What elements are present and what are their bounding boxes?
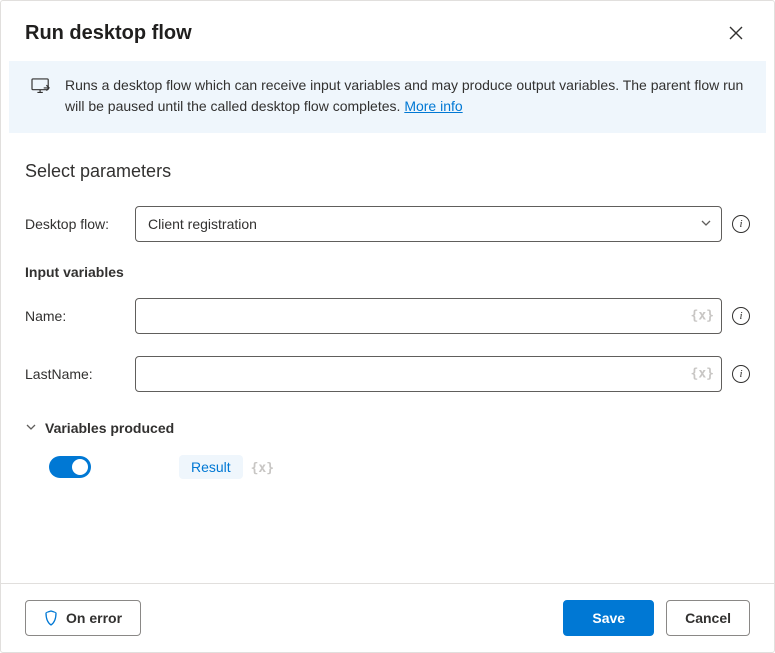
lastname-input[interactable] [135,356,722,392]
result-toggle[interactable] [49,456,91,478]
shield-icon [44,610,58,626]
variables-produced-title: Variables produced [45,420,174,436]
lastname-label: LastName: [25,366,125,382]
info-icon[interactable]: i [732,307,750,325]
name-input[interactable] [135,298,722,334]
desktop-flow-select[interactable]: Client registration [135,206,722,242]
field-desktop-flow: Desktop flow: Client registration i [25,206,750,242]
variables-produced-item: Result {x} [25,456,750,478]
input-variables-title: Input variables [25,264,750,280]
cancel-button[interactable]: Cancel [666,600,750,636]
info-banner-text: Runs a desktop flow which can receive in… [65,75,744,117]
desktop-flow-icon [31,78,51,117]
info-icon[interactable]: i [732,215,750,233]
field-name: Name: {x} i [25,298,750,334]
close-icon [729,26,743,40]
desktop-flow-label: Desktop flow: [25,216,125,232]
result-variable-chip[interactable]: Result [179,455,243,479]
on-error-label: On error [66,610,122,626]
field-lastname: LastName: {x} i [25,356,750,392]
result-chip-group: Result {x} [179,459,274,476]
desktop-flow-selected-value: Client registration [148,216,257,232]
on-error-button[interactable]: On error [25,600,141,636]
more-info-link[interactable]: More info [404,98,462,114]
dialog-header: Run desktop flow [1,1,774,61]
section-title-select-parameters: Select parameters [25,161,750,182]
variable-token-icon: {x} [251,461,274,476]
save-button[interactable]: Save [563,600,654,636]
dialog-title: Run desktop flow [25,22,192,45]
chevron-down-icon [25,420,37,436]
name-input-wrap: {x} [135,298,722,334]
dialog-run-desktop-flow: Run desktop flow Runs a desktop flow whi… [0,0,775,653]
name-label: Name: [25,308,125,324]
info-icon[interactable]: i [732,365,750,383]
dialog-content: Select parameters Desktop flow: Client r… [1,133,774,583]
variables-produced-toggle-row[interactable]: Variables produced [25,420,750,436]
info-banner: Runs a desktop flow which can receive in… [9,61,766,133]
dialog-footer: On error Save Cancel [1,583,774,652]
close-button[interactable] [722,19,750,47]
desktop-flow-select-wrap: Client registration [135,206,722,242]
lastname-input-wrap: {x} [135,356,722,392]
footer-right-group: Save Cancel [563,600,750,636]
